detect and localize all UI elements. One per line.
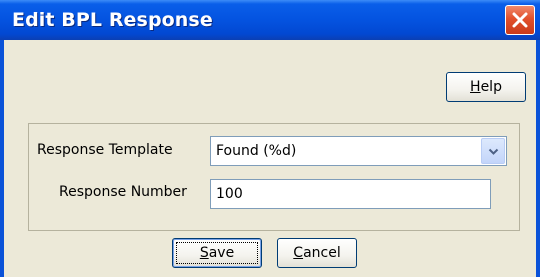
response-template-select[interactable]: Found (%d) (210, 136, 507, 166)
chevron-down-icon (488, 148, 499, 155)
help-button[interactable]: Help (446, 72, 526, 102)
response-number-value: 100 (216, 186, 243, 202)
response-template-label: Response Template (37, 142, 173, 158)
save-button[interactable]: Save (172, 238, 262, 268)
help-mnemonic: H (470, 79, 481, 95)
response-fields-group: Response Template Found (%d) Response Nu… (28, 123, 520, 231)
dialog-window: Edit BPL Response Help Response Template… (0, 0, 540, 277)
response-number-field[interactable]: 100 (210, 179, 491, 209)
title-bar[interactable]: Edit BPL Response (0, 0, 540, 40)
close-button[interactable] (505, 5, 535, 35)
dropdown-button[interactable] (481, 138, 505, 164)
focus-ring (176, 242, 258, 264)
close-icon (512, 12, 528, 28)
dialog-content: Help Response Template Found (%d) Respon… (4, 40, 536, 277)
cancel-label: ancel (303, 245, 341, 261)
cancel-mnemonic: C (293, 245, 304, 261)
response-number-label: Response Number (59, 184, 187, 200)
response-template-value: Found (%d) (216, 143, 297, 159)
help-label: elp (480, 79, 502, 95)
dialog-title: Edit BPL Response (12, 9, 213, 31)
cancel-button[interactable]: Cancel (277, 238, 357, 268)
